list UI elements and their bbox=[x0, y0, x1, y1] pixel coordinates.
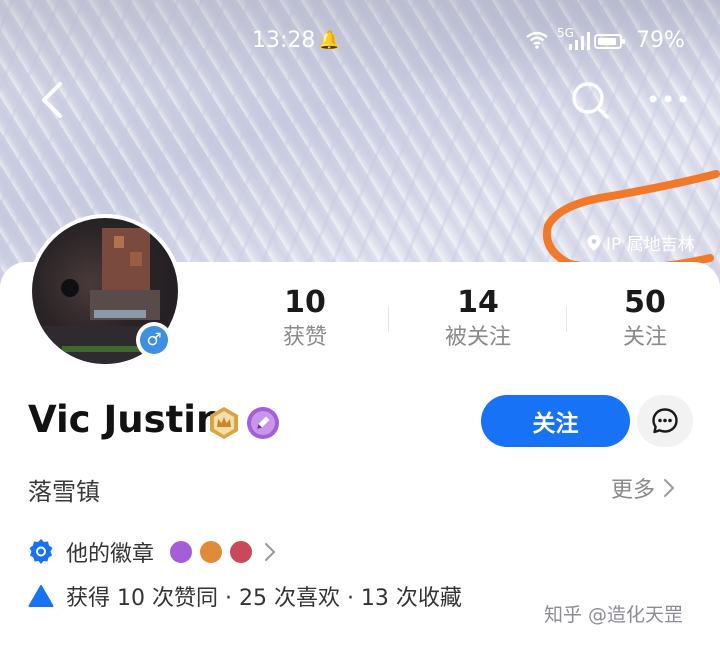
stat-divider bbox=[388, 306, 389, 332]
user-bio-location: 落雪镇 bbox=[28, 478, 100, 506]
stat-followers-value: 14 bbox=[457, 285, 499, 320]
achievements-text: 获得 10 次赞同 · 25 次喜欢 · 13 次收藏 bbox=[66, 586, 462, 611]
back-button[interactable] bbox=[36, 80, 70, 120]
search-icon bbox=[572, 82, 609, 119]
chevron-right-icon bbox=[664, 479, 675, 497]
achievements-row: 获得 10 次赞同 · 25 次喜欢 · 13 次收藏 bbox=[28, 580, 462, 612]
gender-male-icon: ♂ bbox=[140, 326, 168, 354]
more-info-label: 更多 bbox=[611, 478, 656, 503]
stat-divider bbox=[566, 306, 567, 332]
more-dots-icon bbox=[649, 95, 687, 103]
more-info-link[interactable]: 更多 bbox=[611, 472, 675, 504]
more-options-button[interactable] bbox=[645, 84, 691, 114]
stat-following[interactable]: 50 关注 bbox=[575, 285, 715, 355]
stat-followers[interactable]: 14 被关注 bbox=[408, 285, 548, 355]
triangle-icon bbox=[28, 585, 54, 607]
badge-pen-icon bbox=[168, 539, 195, 565]
stat-likes[interactable]: 10 获赞 bbox=[235, 285, 375, 355]
gender-badge: ♂ bbox=[136, 322, 172, 358]
pen-icon[interactable] bbox=[246, 406, 280, 440]
location-pin-icon bbox=[587, 234, 601, 251]
medal-icon bbox=[29, 539, 53, 564]
badge-author-icon bbox=[198, 539, 225, 565]
status-bar: 13:28 🔔 5G 79% bbox=[0, 26, 720, 58]
badge-answer-icon bbox=[228, 539, 255, 565]
back-arrow-icon bbox=[42, 82, 62, 118]
status-time: 13:28 bbox=[252, 28, 316, 53]
stat-likes-value: 10 bbox=[284, 285, 326, 320]
badges-row[interactable]: 他的徽章 bbox=[28, 536, 276, 568]
ip-location-tag: IP 属地吉林 bbox=[586, 230, 695, 255]
message-button[interactable] bbox=[637, 395, 693, 447]
search-button[interactable] bbox=[570, 80, 610, 120]
badges-label: 他的徽章 bbox=[66, 542, 155, 567]
stat-likes-label: 获赞 bbox=[282, 325, 327, 350]
battery-icon bbox=[594, 34, 625, 49]
chevron-right-icon bbox=[265, 543, 276, 561]
battery-percent: 79% bbox=[636, 28, 685, 53]
notification-icon: 🔔 bbox=[318, 30, 341, 51]
watermark: 知乎 @造化天罡 bbox=[544, 604, 684, 626]
creator-crown-icon[interactable] bbox=[207, 406, 241, 440]
follow-button[interactable]: 关注 bbox=[481, 395, 630, 447]
stat-followers-label: 被关注 bbox=[444, 325, 511, 350]
stat-following-label: 关注 bbox=[622, 325, 667, 350]
wifi-icon bbox=[525, 30, 549, 55]
ip-location-text: IP 属地吉林 bbox=[606, 235, 695, 255]
user-name: Vic Justin bbox=[28, 398, 223, 441]
message-icon bbox=[652, 408, 678, 434]
stat-following-value: 50 bbox=[624, 285, 666, 320]
